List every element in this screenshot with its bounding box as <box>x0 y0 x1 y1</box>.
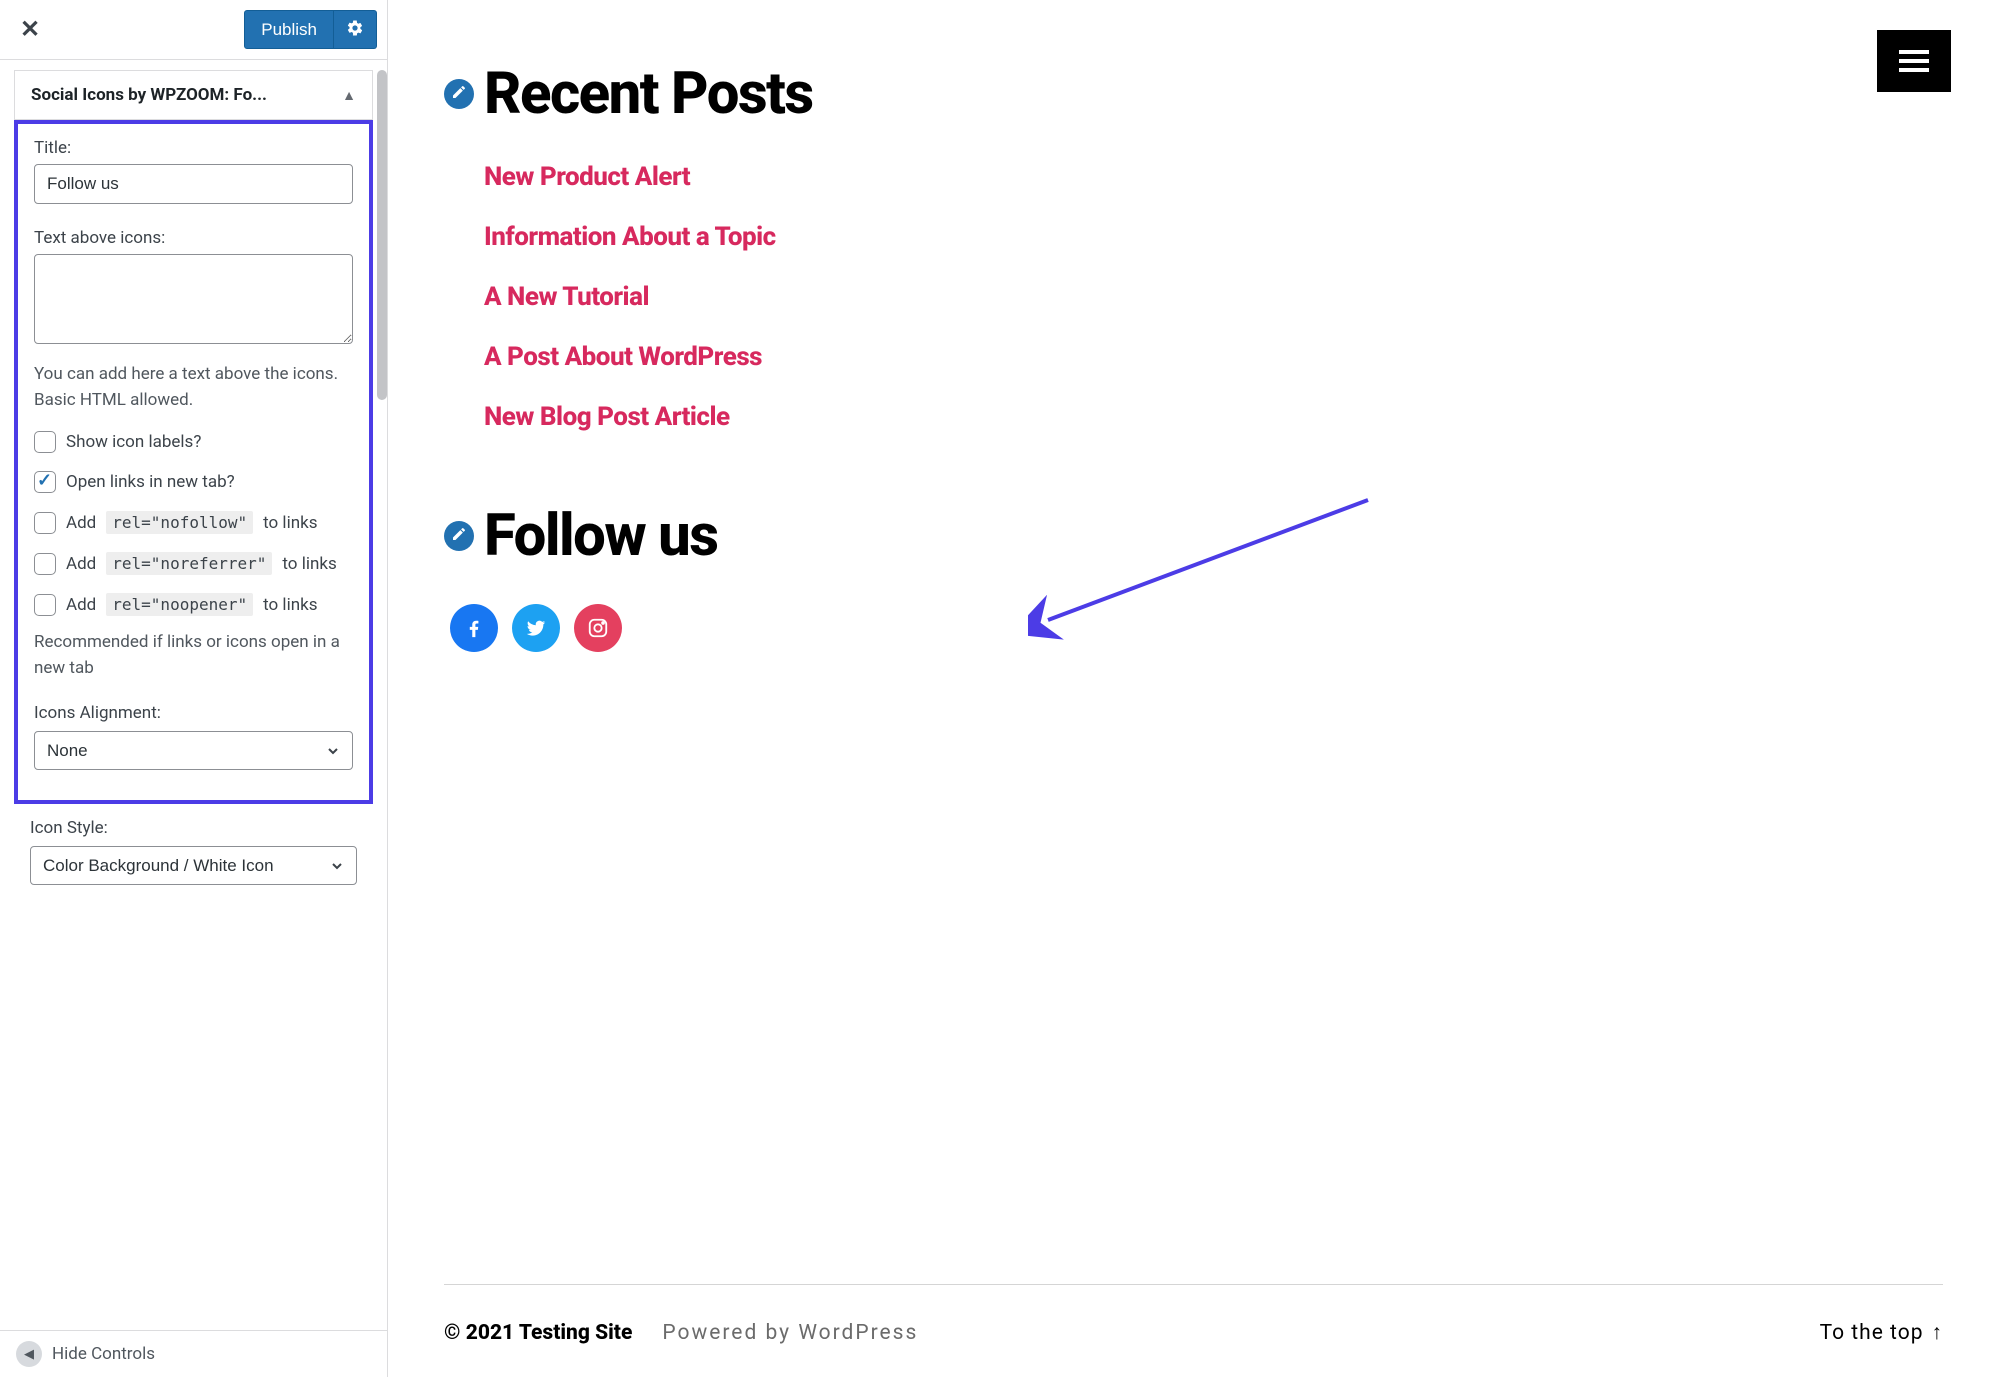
noopener-row[interactable]: Add rel="noopener" to links <box>34 593 353 616</box>
preview-footer: © 2021 Testing Site Powered by WordPress… <box>444 1284 1943 1345</box>
social-icons-row <box>444 604 1943 652</box>
pencil-icon <box>451 84 467 104</box>
close-button[interactable]: ✕ <box>10 9 50 50</box>
show-labels-row[interactable]: Show icon labels? <box>34 431 353 453</box>
text-above-help: You can add here a text above the icons.… <box>34 362 353 413</box>
nofollow-checkbox[interactable] <box>34 512 56 534</box>
new-tab-row[interactable]: Open links in new tab? <box>34 471 353 493</box>
twitter-icon[interactable] <box>512 604 560 652</box>
post-link[interactable]: New Blog Post Article <box>484 402 1943 432</box>
recent-posts-heading: Recent Posts <box>484 60 813 128</box>
title-label: Title: <box>34 138 353 158</box>
noreferrer-code: rel="noreferrer" <box>106 552 272 575</box>
gear-icon <box>346 19 364 40</box>
text-above-textarea[interactable] <box>34 254 353 344</box>
to-top-link[interactable]: To the top ↑ <box>1820 1321 1943 1345</box>
post-link[interactable]: A Post About WordPress <box>484 342 1943 372</box>
widget-accordion-header[interactable]: Social Icons by WPZOOM: Fo... ▲ <box>14 70 373 120</box>
hamburger-menu-button[interactable] <box>1877 30 1951 92</box>
footer-powered: Powered by WordPress <box>662 1321 918 1345</box>
recent-posts-heading-row: Recent Posts <box>444 60 1943 128</box>
icon-style-label: Icon Style: <box>30 818 357 838</box>
show-labels-checkbox[interactable] <box>34 431 56 453</box>
alignment-label: Icons Alignment: <box>34 703 353 723</box>
hide-controls-button[interactable]: ◀ Hide Controls <box>0 1330 387 1377</box>
sidebar-scroll[interactable]: Social Icons by WPZOOM: Fo... ▲ Title: T… <box>0 60 387 1330</box>
publish-options-button[interactable] <box>334 10 377 49</box>
new-tab-help: Recommended if links or icons open in a … <box>34 630 353 681</box>
text-above-label: Text above icons: <box>34 228 353 248</box>
customizer-sidebar: ✕ Publish Social Icons by WPZOOM: Fo... … <box>0 0 388 1377</box>
noreferrer-row[interactable]: Add rel="noreferrer" to links <box>34 552 353 575</box>
nofollow-pre: Add <box>66 513 96 533</box>
hide-controls-label: Hide Controls <box>52 1344 155 1364</box>
arrow-up-icon: ↑ <box>1932 1321 1944 1345</box>
pencil-icon <box>451 526 467 546</box>
follow-us-heading: Follow us <box>484 502 718 570</box>
footer-copyright: © 2021 Testing Site <box>444 1321 632 1345</box>
noreferrer-post: to links <box>282 554 336 574</box>
recent-posts-list: New Product Alert Information About a To… <box>444 162 1943 432</box>
noopener-code: rel="noopener" <box>106 593 253 616</box>
noopener-post: to links <box>263 595 317 615</box>
chevron-up-icon: ▲ <box>342 87 356 104</box>
icon-style-select[interactable]: Color Background / White Icon <box>30 846 357 885</box>
preview-pane: Recent Posts New Product Alert Informati… <box>388 0 1999 1377</box>
alignment-select[interactable]: None <box>34 731 353 770</box>
post-link[interactable]: Information About a Topic <box>484 222 1943 252</box>
instagram-icon[interactable] <box>574 604 622 652</box>
publish-button[interactable]: Publish <box>244 10 334 49</box>
publish-group: Publish <box>244 10 377 49</box>
noopener-checkbox[interactable] <box>34 594 56 616</box>
noopener-pre: Add <box>66 595 96 615</box>
icon-style-group: Icon Style: Color Background / White Ico… <box>14 818 373 903</box>
facebook-icon[interactable] <box>450 604 498 652</box>
new-tab-checkbox[interactable] <box>34 471 56 493</box>
sidebar-header: ✕ Publish <box>0 0 387 60</box>
nofollow-code: rel="nofollow" <box>106 511 253 534</box>
post-link[interactable]: A New Tutorial <box>484 282 1943 312</box>
accordion-title-text: Social Icons by WPZOOM: Fo... <box>31 85 267 105</box>
scrollbar-thumb[interactable] <box>377 70 387 400</box>
follow-us-section: Follow us <box>444 502 1943 652</box>
title-input[interactable] <box>34 164 353 204</box>
widget-settings-panel: Title: Text above icons: You can add her… <box>14 120 373 804</box>
new-tab-text: Open links in new tab? <box>66 472 235 492</box>
edit-widget-button[interactable] <box>444 521 474 551</box>
edit-widget-button[interactable] <box>444 79 474 109</box>
nofollow-post: to links <box>263 513 317 533</box>
noreferrer-checkbox[interactable] <box>34 553 56 575</box>
nofollow-row[interactable]: Add rel="nofollow" to links <box>34 511 353 534</box>
noreferrer-pre: Add <box>66 554 96 574</box>
show-labels-text: Show icon labels? <box>66 432 201 452</box>
collapse-icon: ◀ <box>16 1341 42 1367</box>
post-link[interactable]: New Product Alert <box>484 162 1943 192</box>
